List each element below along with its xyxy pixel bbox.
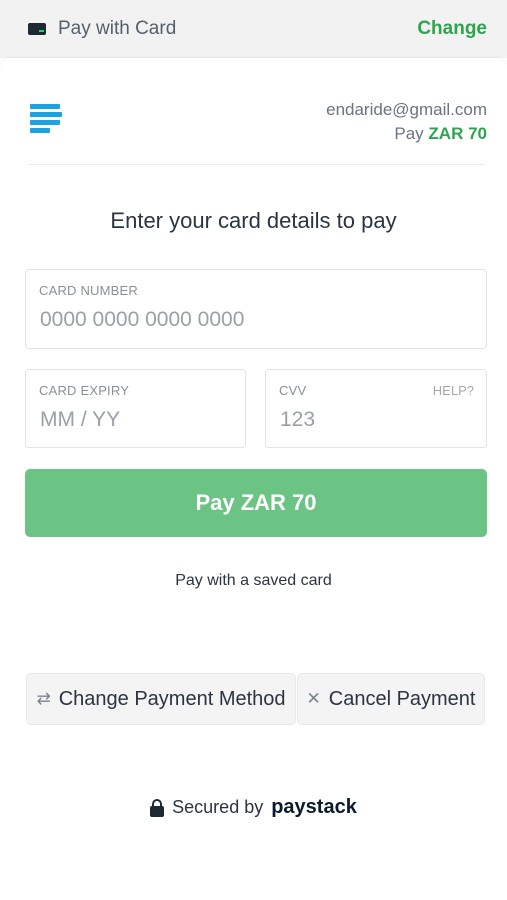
card-expiry-label: CARD EXPIRY — [39, 383, 130, 398]
pay-prefix: Pay — [394, 124, 424, 143]
change-payment-method-button[interactable]: ⇄ Change Payment Method — [26, 673, 296, 725]
cvv-field[interactable]: CVV HELP? — [265, 369, 487, 448]
secured-footer: Secured by paystack — [0, 796, 507, 819]
merchant-info: endaride@gmail.com Pay ZAR 70 — [326, 98, 487, 146]
credit-card-icon — [28, 23, 46, 35]
merchant-amount-line: Pay ZAR 70 — [326, 122, 487, 146]
payment-panel: endaride@gmail.com Pay ZAR 70 Enter your… — [0, 58, 507, 900]
merchant-email: endaride@gmail.com — [326, 100, 487, 119]
cvv-label: CVV — [279, 383, 307, 398]
paystack-logo: paystack — [271, 796, 357, 818]
cvv-input[interactable] — [280, 408, 456, 432]
pay-amount: ZAR 70 — [428, 124, 487, 143]
merchant-logo-icon — [30, 104, 64, 136]
cvv-help-link[interactable]: HELP? — [433, 383, 474, 398]
card-number-label: CARD NUMBER — [39, 283, 138, 298]
cancel-payment-button[interactable]: ✕ Cancel Payment — [297, 673, 485, 725]
lock-icon — [150, 798, 165, 817]
change-payment-method-label: Change Payment Method — [58, 687, 286, 710]
header-left: Pay with Card — [28, 18, 176, 40]
form-heading: Enter your card details to pay — [110, 208, 397, 233]
swap-icon: ⇄ — [36, 689, 51, 708]
card-number-field[interactable]: CARD NUMBER — [25, 269, 487, 349]
close-icon: ✕ — [306, 689, 321, 708]
header-bar: Pay with Card Change — [0, 0, 507, 58]
cancel-payment-label: Cancel Payment — [328, 687, 476, 710]
divider — [28, 164, 485, 165]
secured-text: Secured by — [172, 797, 264, 817]
pay-button[interactable]: Pay ZAR 70 — [25, 469, 487, 537]
card-number-input[interactable] — [40, 308, 408, 332]
header-title: Pay with Card — [58, 18, 177, 39]
card-expiry-field[interactable]: CARD EXPIRY — [25, 369, 246, 448]
change-link[interactable]: Change — [417, 18, 487, 40]
saved-card-link[interactable]: Pay with a saved card — [0, 572, 507, 590]
card-expiry-input[interactable] — [40, 408, 216, 432]
